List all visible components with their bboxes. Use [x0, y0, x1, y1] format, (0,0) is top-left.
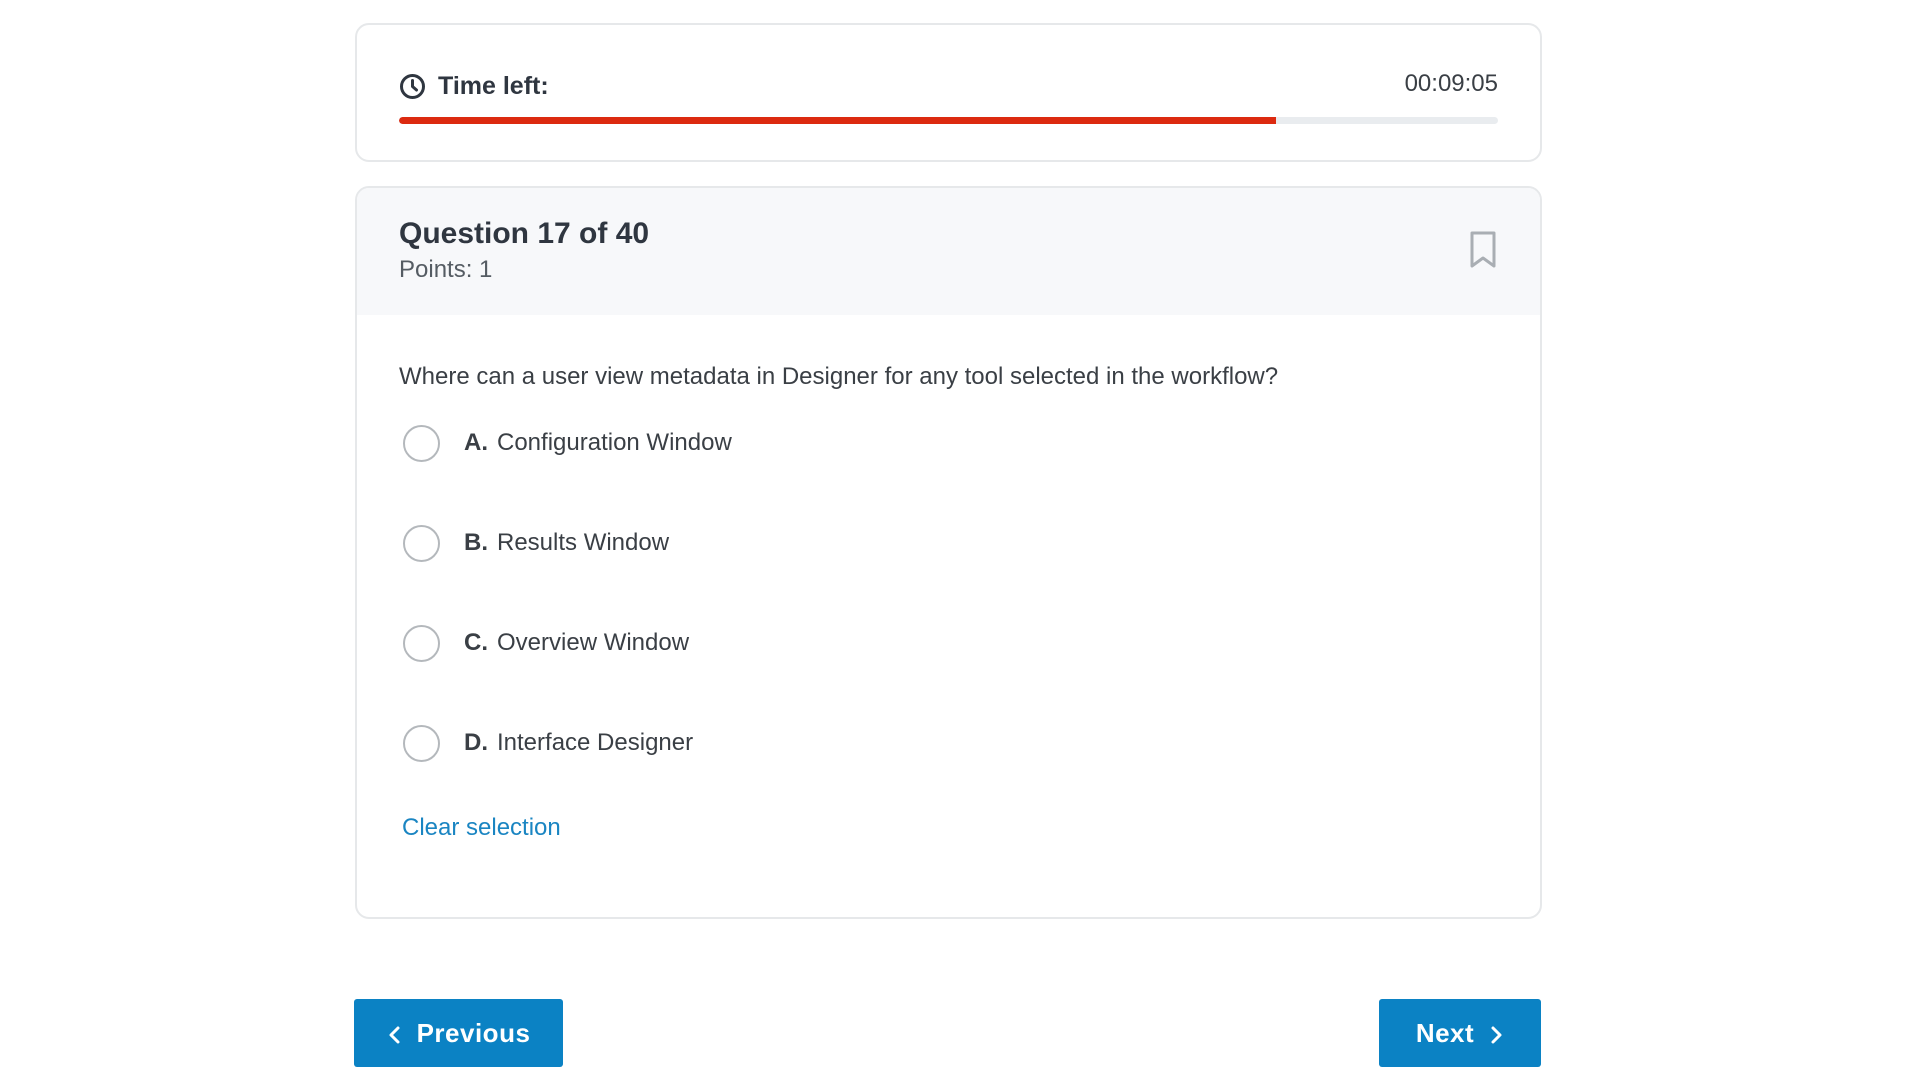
- option-label: Results Window: [497, 529, 670, 556]
- next-button[interactable]: Next: [1379, 999, 1541, 1067]
- timer-card: Time left: 00:09:05: [355, 23, 1542, 162]
- question-text: Where can a user view metadata in Design…: [399, 363, 1279, 390]
- chevron-right-icon: [1488, 1022, 1504, 1044]
- option-letter: A.: [464, 429, 488, 456]
- timer-label: Time left:: [438, 71, 549, 100]
- question-points: Points: 1: [399, 256, 493, 283]
- quiz-container: Time left: 00:09:05 Question 17 of 40 Po…: [355, 23, 1542, 919]
- radio-button[interactable]: [403, 524, 440, 562]
- option-label: Overview Window: [497, 629, 690, 656]
- option-label: Interface Designer: [497, 729, 694, 756]
- timer-progress-bar: [399, 117, 1498, 124]
- option-a[interactable]: A. Configuration Window: [399, 422, 1540, 464]
- clear-selection-link[interactable]: Clear selection: [402, 814, 561, 842]
- option-letter: B.: [464, 529, 488, 556]
- answer-options: A. Configuration Window B. Results Windo…: [399, 422, 1540, 764]
- option-c[interactable]: C. Overview Window: [399, 622, 1540, 664]
- previous-label: Previous: [416, 1017, 531, 1048]
- question-title: Question 17 of 40: [399, 217, 650, 250]
- question-card: Question 17 of 40 Points: 1 Where can a …: [355, 186, 1542, 919]
- timer-row: Time left: 00:09:05: [399, 70, 1498, 101]
- option-d[interactable]: D. Interface Designer: [399, 722, 1540, 764]
- next-label: Next: [1415, 1017, 1475, 1048]
- previous-button[interactable]: Previous: [354, 999, 563, 1067]
- bookmark-icon[interactable]: [1466, 230, 1500, 270]
- option-letter: C.: [464, 629, 488, 656]
- radio-button[interactable]: [403, 724, 440, 762]
- question-header: Question 17 of 40 Points: 1: [357, 188, 1540, 315]
- timer-progress-fill: [399, 117, 1276, 124]
- option-label: Configuration Window: [497, 429, 732, 456]
- clock-icon: [399, 73, 426, 100]
- timer-left: Time left:: [399, 72, 549, 101]
- radio-button[interactable]: [403, 424, 440, 462]
- question-body: Where can a user view metadata in Design…: [357, 315, 1540, 842]
- chevron-left-icon: [387, 1022, 403, 1044]
- timer-value: 00:09:05: [1404, 70, 1498, 97]
- option-b[interactable]: B. Results Window: [399, 522, 1540, 564]
- option-letter: D.: [464, 729, 488, 756]
- radio-button[interactable]: [403, 624, 440, 662]
